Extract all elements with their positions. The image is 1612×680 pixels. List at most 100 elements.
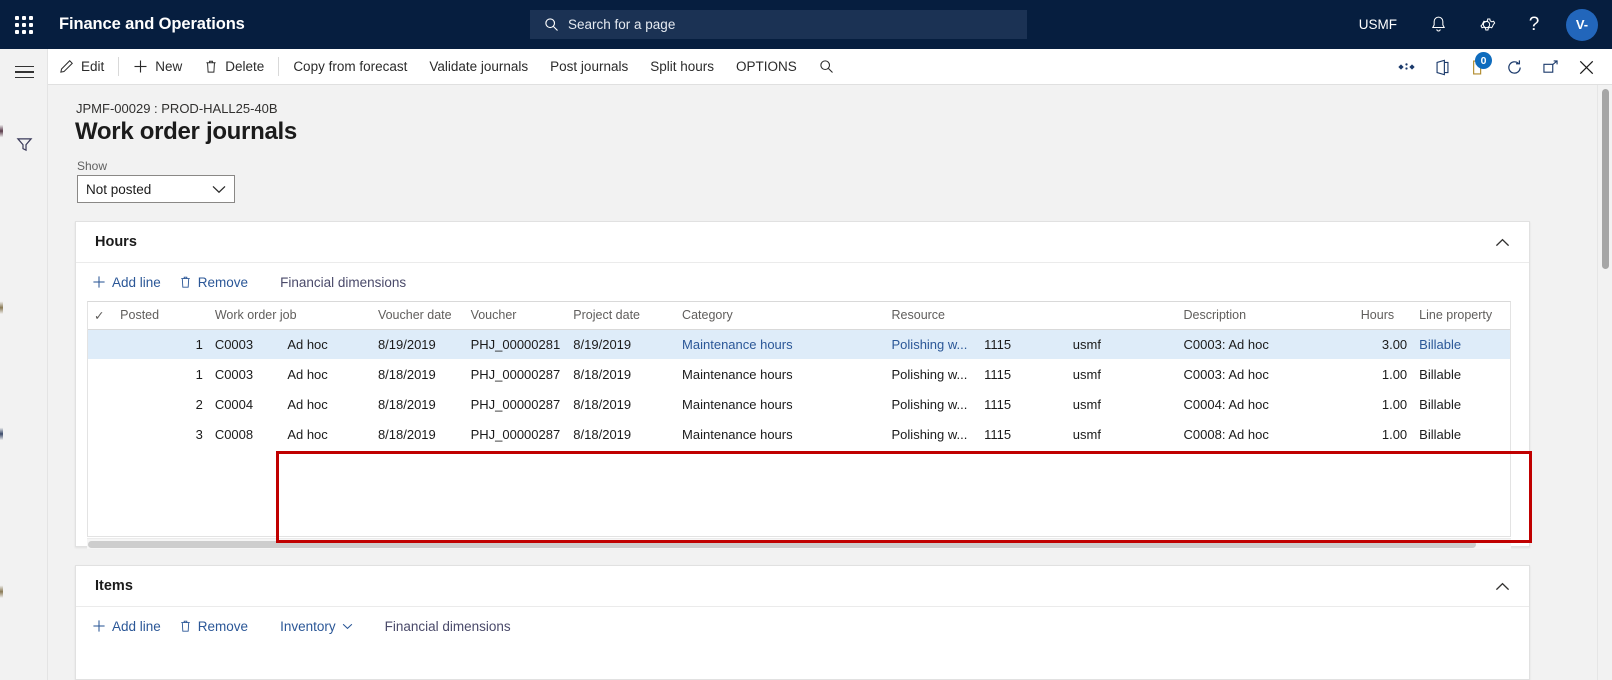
column-header-project-date[interactable]: Project date	[567, 302, 677, 330]
refresh-button[interactable]	[1496, 49, 1532, 85]
row-voucher-date: 8/18/2019	[377, 426, 436, 442]
column-header-resource[interactable]: Resource	[885, 302, 979, 330]
split-hours-button[interactable]: Split hours	[639, 49, 725, 85]
window-edge-strip	[0, 49, 3, 680]
items-financial-dimensions-button[interactable]: Financial dimensions	[377, 611, 519, 641]
copy-from-forecast-button[interactable]: Copy from forecast	[282, 49, 418, 85]
items-inventory-button[interactable]: Inventory	[272, 611, 361, 641]
command-bar: Edit New Delete Copy from forecast Valid…	[48, 49, 1612, 85]
row-category: Maintenance hours	[682, 396, 793, 412]
chevron-up-icon[interactable]	[1495, 238, 1510, 247]
column-header-voucher-date[interactable]: Voucher date	[371, 302, 465, 330]
row-line-property: Billable	[1419, 426, 1462, 442]
items-section-header[interactable]: Items	[76, 566, 1529, 607]
hours-grid-horizontal-scrollbar[interactable]	[87, 538, 1511, 549]
column-header-line-property[interactable]: Line property	[1413, 302, 1510, 330]
new-button[interactable]: New	[122, 49, 193, 85]
row-resource: Polishing w...	[891, 396, 968, 412]
attachments-icon	[1397, 60, 1416, 74]
app-launcher-button[interactable]	[0, 0, 48, 49]
table-row[interactable]: 3 C0008 Ad hoc 8/18/2019 PHJ_00000287 8/18/20…	[88, 419, 1510, 449]
left-navigation-rail	[0, 49, 48, 680]
hours-financial-dimensions-button[interactable]: Financial dimensions	[272, 267, 414, 297]
hours-add-line-button[interactable]: Add line	[84, 267, 169, 297]
row-project-date: 8/18/2019	[573, 366, 632, 382]
row-category: Maintenance hours	[682, 426, 793, 442]
search-icon	[544, 17, 559, 32]
edit-button[interactable]: Edit	[48, 49, 115, 85]
navigation-menu-button[interactable]	[0, 49, 48, 95]
hours-remove-button[interactable]: Remove	[171, 267, 256, 297]
office-integration-button[interactable]	[1424, 49, 1460, 85]
row-resource[interactable]: Polishing w...	[885, 329, 979, 359]
notifications-button[interactable]	[1414, 0, 1462, 49]
table-row[interactable]: 1 C0003 Ad hoc 8/18/2019 PHJ_00000287 8/18/20…	[88, 359, 1510, 389]
table-row[interactable]: 2 C0004 Ad hoc 8/18/2019 PHJ_00000287 8/18/20…	[88, 389, 1510, 419]
close-icon	[1578, 59, 1595, 76]
row-adhoc: Ad hoc	[287, 366, 328, 382]
options-button[interactable]: OPTIONS	[725, 49, 808, 85]
hours-section-header[interactable]: Hours	[76, 222, 1529, 263]
column-header-voucher[interactable]: Voucher	[464, 302, 568, 330]
app-title: Finance and Operations	[59, 15, 245, 33]
hours-grid: ✓ Posted Work order job Voucher date Vou…	[87, 301, 1511, 537]
scrollbar-thumb[interactable]	[88, 541, 1476, 548]
notes-button[interactable]: 0	[1460, 49, 1496, 85]
row-category: Maintenance hours	[682, 366, 793, 382]
row-resource-number: 1115	[984, 396, 1012, 412]
global-search-input[interactable]: Search for a page	[530, 10, 1027, 39]
chevron-up-icon[interactable]	[1495, 582, 1510, 591]
page-vertical-scrollbar[interactable]	[1597, 85, 1612, 680]
row-project-date: 8/18/2019	[573, 426, 632, 442]
row-line-property[interactable]: Billable	[1413, 329, 1510, 359]
column-header-line[interactable]	[180, 302, 209, 330]
items-remove-button[interactable]: Remove	[171, 611, 256, 641]
hours-table-header: ✓ Posted Work order job Voucher date Vou…	[88, 302, 1510, 330]
column-header-legal-entity[interactable]	[1066, 302, 1178, 330]
company-selector[interactable]: USMF	[1342, 0, 1414, 49]
command-separator	[278, 57, 280, 76]
items-section: Items Add line Remove Inventory Financia…	[75, 565, 1530, 680]
open-in-new-window-button[interactable]	[1532, 49, 1568, 85]
row-hours: 3.00	[1354, 329, 1414, 359]
trash-icon	[204, 59, 218, 74]
column-header-check[interactable]: ✓	[88, 302, 115, 330]
delete-button[interactable]: Delete	[193, 49, 275, 85]
user-avatar[interactable]: V-	[1566, 8, 1598, 41]
command-separator	[118, 57, 120, 76]
scrollbar-thumb[interactable]	[1602, 89, 1609, 269]
column-header-resource-number[interactable]	[978, 302, 1067, 330]
column-header-hours[interactable]: Hours	[1354, 302, 1414, 330]
row-voucher: PHJ_00000287	[470, 366, 561, 382]
popout-icon	[1542, 59, 1559, 75]
trash-icon	[179, 275, 192, 289]
show-filter-select[interactable]: Not posted	[77, 175, 235, 203]
row-hours: 1.00	[1381, 366, 1408, 382]
command-search-button[interactable]	[808, 49, 846, 85]
filter-pane-button[interactable]	[0, 121, 48, 167]
row-project-date: 8/18/2019	[573, 396, 632, 412]
close-button[interactable]	[1568, 49, 1604, 85]
column-header-posted[interactable]: Posted	[114, 302, 181, 330]
column-header-work-order-job[interactable]: Work order job	[208, 302, 297, 330]
items-toolbar: Add line Remove Inventory Financial dime…	[76, 607, 1529, 645]
post-journals-button[interactable]: Post journals	[539, 49, 639, 85]
row-category[interactable]: Maintenance hours	[676, 329, 886, 359]
row-line-number: 1	[180, 329, 209, 359]
split-hours-label: Split hours	[650, 59, 715, 74]
gear-icon	[1477, 15, 1496, 34]
settings-button[interactable]	[1462, 0, 1510, 49]
items-add-line-button[interactable]: Add line	[84, 611, 169, 641]
global-search-placeholder: Search for a page	[568, 17, 676, 32]
row-check-cell	[88, 359, 114, 389]
column-header-description[interactable]: Description	[1177, 302, 1355, 330]
row-posted-cell	[114, 419, 180, 449]
validate-journals-button[interactable]: Validate journals	[418, 49, 539, 85]
help-button[interactable]: ?	[1510, 0, 1558, 49]
show-filter-value: Not posted	[86, 181, 152, 197]
breadcrumb: JPMF-00029 : PROD-HALL25-40B	[76, 101, 278, 116]
column-header-category[interactable]: Category	[676, 302, 886, 330]
table-row[interactable]: 1 C0003 Ad hoc 8/19/2019 PHJ_00000281 8/19/20…	[88, 329, 1510, 359]
attachments-button[interactable]	[1388, 49, 1424, 85]
hours-financial-dimensions-label: Financial dimensions	[280, 274, 407, 290]
